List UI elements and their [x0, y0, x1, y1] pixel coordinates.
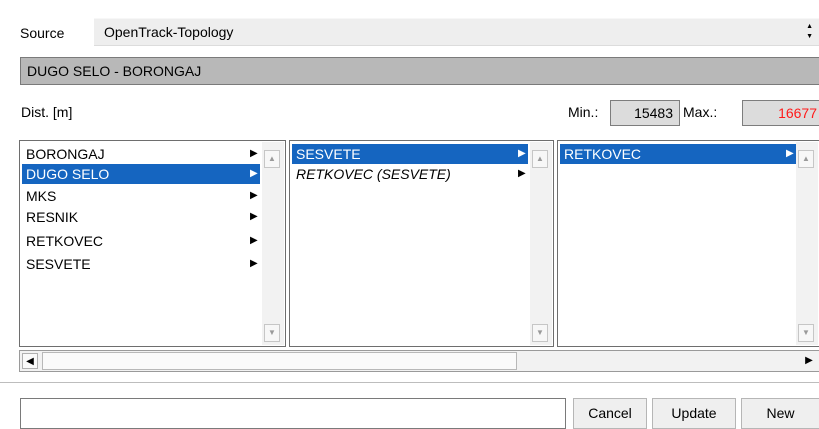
list-item[interactable]: RETKOVEC (SESVETE) ▶: [292, 164, 528, 184]
max-value: 16677: [778, 105, 817, 121]
list-item[interactable]: RETKOVEC ▶: [560, 144, 796, 164]
horizontal-scrollbar[interactable]: ◀ ▶: [19, 350, 819, 372]
source-label: Source: [20, 25, 65, 41]
source-selected-value: OpenTrack-Topology: [104, 24, 234, 40]
min-value: 15483: [634, 105, 673, 121]
arrow-down-icon: ▼: [806, 33, 813, 40]
scroll-left-icon[interactable]: ◀: [22, 353, 38, 369]
route-title: DUGO SELO - BORONGAJ: [27, 63, 202, 79]
scroll-down-icon[interactable]: ▼: [264, 324, 280, 342]
min-label: Min.:: [568, 104, 599, 120]
arrow-up-icon: ▲: [806, 23, 813, 30]
chevron-right-icon: ▶: [250, 211, 258, 222]
list-item[interactable]: BORONGAJ ▶: [22, 144, 260, 164]
chevron-right-icon: ▶: [786, 148, 794, 159]
chevron-right-icon: ▶: [518, 168, 526, 179]
divider: [0, 382, 819, 383]
list-item[interactable]: SESVETE ▶: [292, 144, 528, 164]
station-list-3[interactable]: RETKOVEC ▶ ▲ ▼: [557, 140, 819, 347]
min-value-field: 15483: [610, 100, 680, 126]
name-input[interactable]: [20, 398, 566, 429]
vertical-scrollbar[interactable]: ▲ ▼: [796, 142, 818, 345]
vertical-scrollbar[interactable]: ▲ ▼: [262, 142, 284, 345]
list-item[interactable]: SESVETE ▶: [22, 254, 260, 274]
scroll-right-icon[interactable]: ▶: [801, 353, 817, 369]
list-item[interactable]: DUGO SELO ▶: [22, 164, 260, 184]
update-button[interactable]: Update: [652, 398, 736, 429]
scroll-up-icon[interactable]: ▲: [532, 150, 548, 168]
list-item[interactable]: RETKOVEC ▶: [22, 231, 260, 251]
scroll-thumb[interactable]: [42, 352, 517, 370]
station-list-2[interactable]: SESVETE ▶ RETKOVEC (SESVETE) ▶ ▲ ▼: [289, 140, 554, 347]
chevron-right-icon: ▶: [250, 235, 258, 246]
distance-label: Dist. [m]: [21, 104, 73, 120]
list-item[interactable]: MKS ▶: [22, 186, 260, 206]
max-value-field: 16677: [742, 100, 819, 126]
scroll-down-icon[interactable]: ▼: [532, 324, 548, 342]
list-item[interactable]: RESNIK ▶: [22, 207, 260, 227]
chevron-right-icon: ▶: [518, 148, 526, 159]
cancel-button[interactable]: Cancel: [573, 398, 647, 429]
chevron-right-icon: ▶: [250, 190, 258, 201]
scroll-up-icon[interactable]: ▲: [264, 150, 280, 168]
max-label: Max.:: [683, 104, 718, 120]
select-spinner-icon: ▲ ▼: [806, 22, 813, 42]
chevron-right-icon: ▶: [250, 258, 258, 269]
chevron-right-icon: ▶: [250, 168, 258, 179]
new-button[interactable]: New: [741, 398, 819, 429]
scroll-up-icon[interactable]: ▲: [798, 150, 814, 168]
chevron-right-icon: ▶: [250, 148, 258, 159]
source-select[interactable]: OpenTrack-Topology ▲ ▼: [94, 18, 819, 46]
scroll-down-icon[interactable]: ▼: [798, 324, 814, 342]
station-list-1[interactable]: BORONGAJ ▶ DUGO SELO ▶ MKS ▶ RESNIK ▶ RE…: [19, 140, 286, 347]
route-title-bar: DUGO SELO - BORONGAJ: [20, 57, 819, 85]
vertical-scrollbar[interactable]: ▲ ▼: [530, 142, 552, 345]
